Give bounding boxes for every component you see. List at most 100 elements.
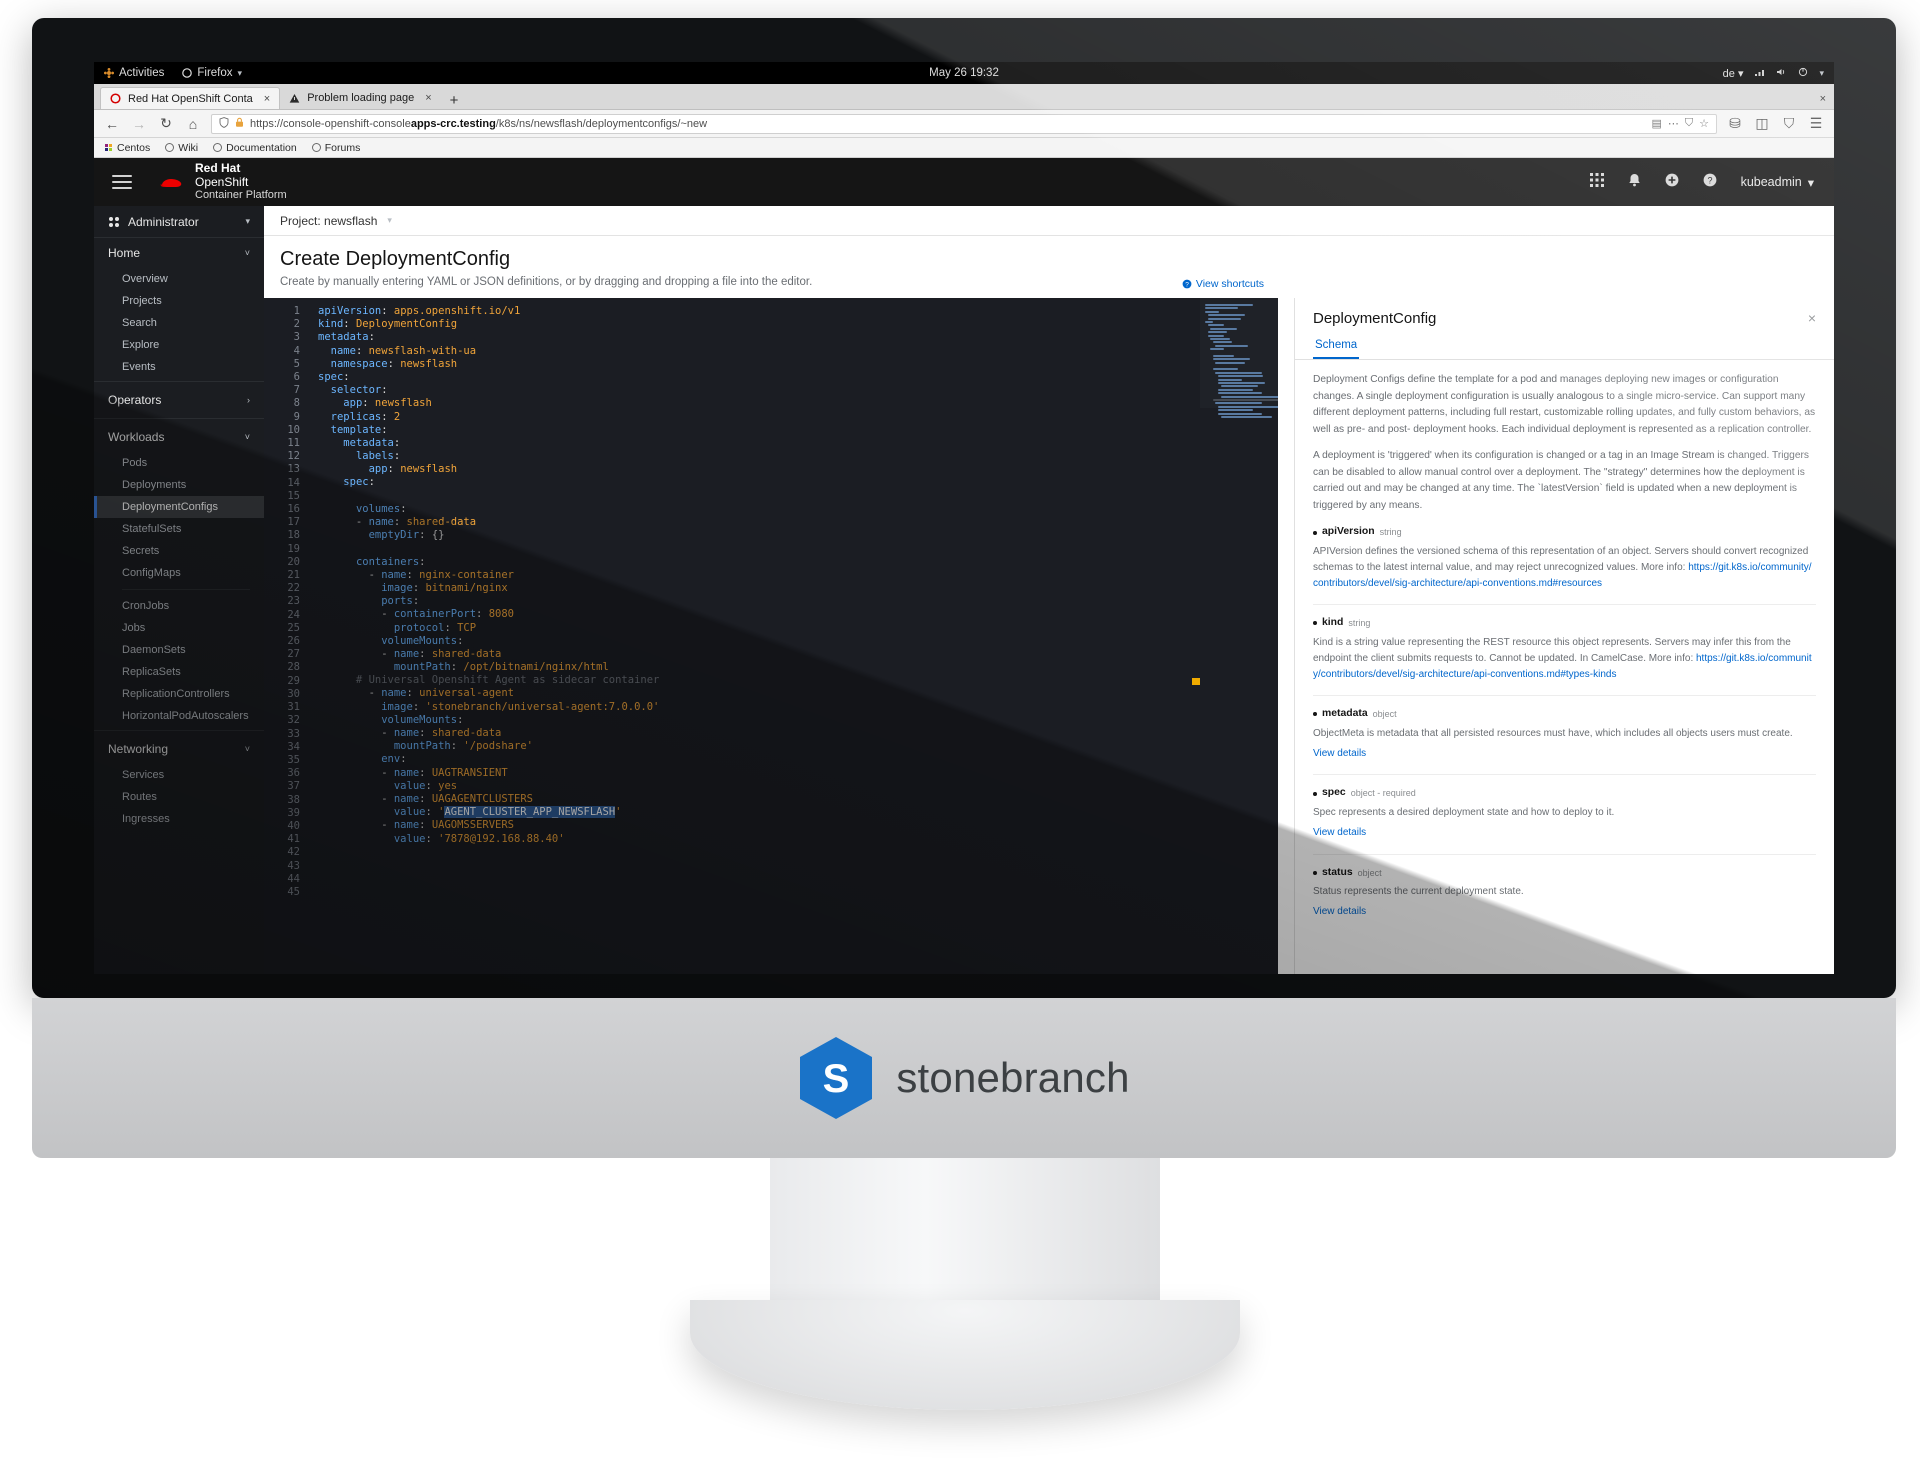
sidebar-group-workloads[interactable]: Workloads ˅ [94,422,264,452]
schema-property-name: apiVersion string [1313,524,1816,541]
sidebar-item-deployments[interactable]: Deployments [94,474,264,496]
library-icon[interactable]: ⛁ [1726,115,1744,132]
code-line: app: newsflash [343,397,432,410]
reader-view-icon[interactable]: ▤ [1651,117,1661,130]
tracking-protection-icon[interactable] [219,116,229,131]
sidebar-item-horizontalpodautoscalers[interactable]: HorizontalPodAutoscalers [94,705,264,727]
notification-bell-icon[interactable] [1628,173,1641,191]
sidebar-item-explore[interactable]: Explore [94,334,264,356]
code-line: labels: [355,450,401,463]
network-icon[interactable] [1754,67,1765,80]
sidebar-item-routes[interactable]: Routes [94,786,264,808]
sidebar-item-services[interactable]: Services [94,764,264,786]
home-button[interactable]: ⌂ [184,116,202,132]
view-details-link[interactable]: View details [1313,746,1366,762]
tab-schema[interactable]: Schema [1313,335,1360,359]
bookmark-centos[interactable]: Centos [104,142,150,154]
line-number-gutter: 1 2 3 4 5 6 7 8 9 10 11 12 13 14 15 16 17 18 19 20 21 22 23 24 2… [264,298,308,974]
property-type: object [1357,867,1382,878]
bookmark-documentation[interactable]: Documentation [213,142,297,154]
sidebar-item-configmaps[interactable]: ConfigMaps [94,562,264,584]
sidebar-item-statefulsets[interactable]: StatefulSets [94,518,264,540]
sidebar-group-home[interactable]: Home ˅ [94,238,264,268]
schema-property-link[interactable]: https://git.k8s.io/community/contributor… [1313,653,1812,680]
close-icon[interactable]: × [1808,310,1816,326]
sidebar-item-replicationcontrollers[interactable]: ReplicationControllers [94,683,264,705]
new-tab-button[interactable]: + [441,93,468,109]
sidebar-item-overview[interactable]: Overview [94,268,264,290]
close-icon[interactable]: × [425,92,431,104]
sidebar-item-cronjobs[interactable]: CronJobs [94,595,264,617]
browser-tab-openshift[interactable]: Red Hat OpenShift Conta × [100,87,281,109]
perspective-switcher[interactable]: Administrator ▾ [94,206,264,238]
sidebar-item-pods[interactable]: Pods [94,452,264,474]
sidebar-group-label: Operators [108,393,162,407]
help-circle-icon[interactable]: ? [1703,173,1717,191]
line-number: 16 [287,503,300,516]
account-icon[interactable]: ⛉ [1780,115,1798,132]
back-button[interactable]: ← [103,116,121,132]
code-text[interactable]: apiVersion: apps.openshift.io/v1 kind: De… [308,298,1278,974]
sidebar-item-secrets[interactable]: Secrets [94,540,264,562]
address-bar[interactable]: https://console-openshift-consoleapps-cr… [211,113,1717,134]
editor-minimap[interactable] [1200,298,1278,418]
nav-toggle-button[interactable] [112,175,132,189]
masthead-actions: ? kubeadmin ▾ [1589,173,1814,191]
power-icon[interactable] [1798,67,1808,80]
yaml-code-editor[interactable]: 1 2 3 4 5 6 7 8 9 10 11 12 13 14 15 16 17 18 19 20 21 22 23 24 2… [264,298,1278,974]
view-details-link[interactable]: View details [1313,904,1366,920]
activities-button[interactable]: Activities [104,67,164,79]
line-number: 29 [287,674,300,687]
divider [122,589,250,590]
bookmark-wiki[interactable]: Wiki [165,142,198,154]
bookmark-forums[interactable]: Forums [311,141,361,154]
system-clock[interactable]: May 26 19:32 [929,67,999,79]
plus-circle-icon[interactable] [1665,173,1679,191]
sidebar-item-deploymentconfigs[interactable]: DeploymentConfigs [94,496,264,518]
forward-button[interactable]: → [130,116,148,132]
sidebar-item-ingresses[interactable]: Ingresses [94,808,264,830]
window-close-button[interactable]: × [1820,93,1826,105]
browser-tab-problem-loading[interactable]: Problem loading page × [280,87,441,109]
schema-tabs: Schema [1295,335,1834,360]
sidebar-item-jobs[interactable]: Jobs [94,617,264,639]
chevron-down-icon[interactable]: ▾ [1819,68,1824,79]
page-actions-icon[interactable]: ⋯ [1668,117,1679,130]
line-number: 36 [287,767,300,780]
reload-button[interactable]: ↻ [157,115,175,132]
schema-property-name: status object [1313,865,1816,882]
project-selector[interactable]: Project: newsflash [280,214,377,228]
divider [1313,603,1816,605]
close-icon[interactable]: × [264,93,270,105]
sidebar-item-events[interactable]: Events [94,356,264,378]
editor-area: ? View shortcuts 1 2 3 4 5 6 7 8 9 10 11 12 13 14 15 16… [264,278,1834,974]
app-menu-firefox[interactable]: Firefox ▾ [182,67,242,79]
schema-property-name: spec object - required [1313,785,1816,802]
view-shortcuts-button[interactable]: ? View shortcuts [1182,278,1264,290]
sidebar-item-search[interactable]: Search [94,312,264,334]
view-details-link[interactable]: View details [1313,825,1366,841]
schema-property-link[interactable]: https://git.k8s.io/community/contributor… [1313,562,1812,589]
chevron-down-icon[interactable]: ▾ [387,215,392,226]
sidebar-group-label: Workloads [108,430,165,444]
sidebar-item-daemonsets[interactable]: DaemonSets [94,639,264,661]
pocket-icon[interactable]: ⛉ [1685,117,1693,130]
sidebar-item-projects[interactable]: Projects [94,290,264,312]
padlock-icon[interactable] [235,117,244,131]
keyboard-layout-indicator[interactable]: de ▾ [1723,67,1744,80]
bookmark-star-icon[interactable]: ☆ [1699,117,1709,130]
schema-property: apiVersion string APIVersion defines the v… [1313,524,1816,592]
brand-logo[interactable]: Red Hat OpenShift Container Platform [158,161,287,201]
sidebar-group-networking[interactable]: Networking ˅ [94,734,264,764]
volume-icon[interactable] [1776,67,1787,80]
sidebar-item-replicasets[interactable]: ReplicaSets [94,661,264,683]
code-line: env: [381,753,407,766]
sidebar-icon[interactable]: ◫ [1753,115,1771,132]
bookmark-label: Forums [324,141,361,154]
sidebar-group-operators[interactable]: Operators › [94,385,264,415]
menu-icon[interactable]: ☰ [1807,115,1825,132]
schema-property-description: Spec represents a desired deployment sta… [1313,807,1615,819]
code-line: spec: [343,476,375,489]
user-menu[interactable]: kubeadmin ▾ [1741,175,1814,190]
applications-grid-icon[interactable] [1589,173,1604,191]
